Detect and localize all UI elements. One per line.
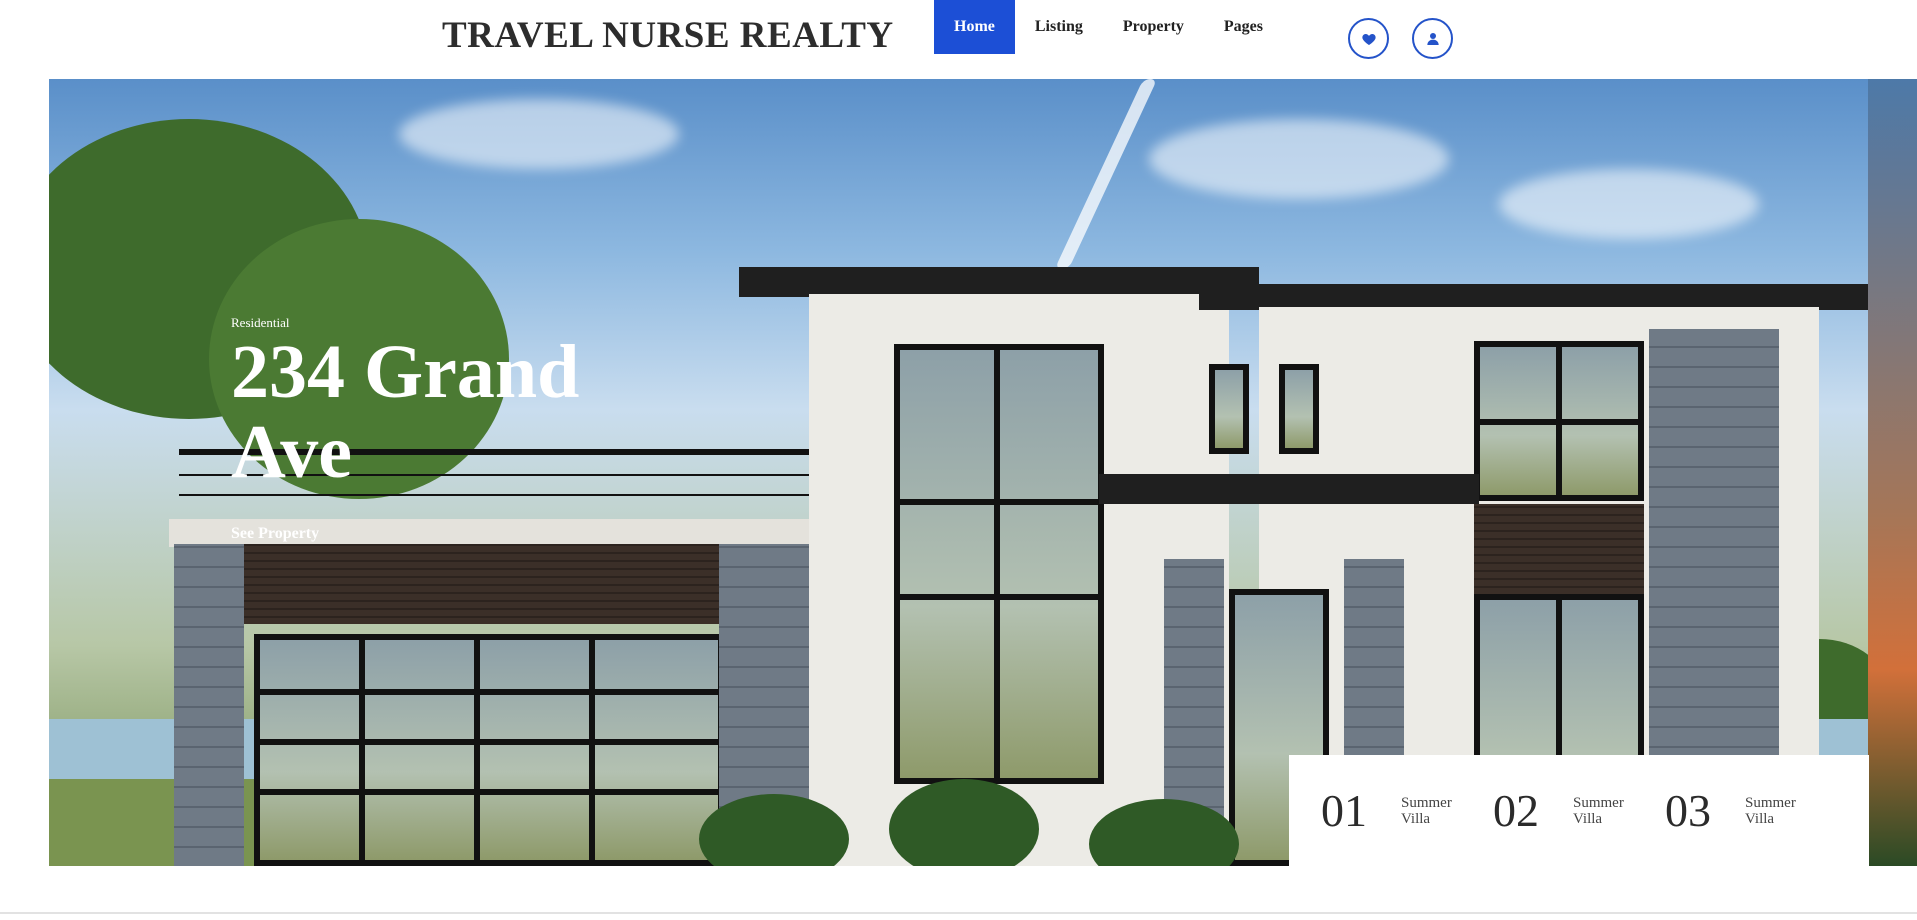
section-divider bbox=[0, 912, 1917, 914]
slide-number: 02 bbox=[1493, 785, 1539, 836]
slide-item-03[interactable]: 03 Summer Villa bbox=[1665, 784, 1837, 837]
slide-item-01[interactable]: 01 Summer Villa bbox=[1321, 784, 1493, 837]
slide-label: Summer Villa bbox=[1745, 794, 1796, 827]
slide-number: 03 bbox=[1665, 785, 1711, 836]
nav-item-home[interactable]: Home bbox=[934, 0, 1015, 54]
hero-title: 234 Grand Ave bbox=[231, 330, 580, 494]
nav-item-property[interactable]: Property bbox=[1103, 0, 1204, 54]
favorites-button[interactable] bbox=[1348, 18, 1389, 59]
site-logo[interactable]: TRAVEL NURSE REALTY bbox=[442, 14, 894, 57]
slide-label: Summer Villa bbox=[1573, 794, 1624, 827]
slide-number: 01 bbox=[1321, 785, 1367, 836]
hero-category: Residential bbox=[231, 315, 290, 330]
nav-item-pages[interactable]: Pages bbox=[1204, 0, 1283, 54]
see-property-link[interactable]: See Property bbox=[231, 525, 319, 543]
heart-icon bbox=[1361, 33, 1376, 45]
slide-item-02[interactable]: 02 Summer Villa bbox=[1493, 784, 1665, 837]
main-nav: Home Listing Property Pages bbox=[934, 0, 1283, 54]
account-button[interactable] bbox=[1412, 18, 1453, 59]
user-icon bbox=[1426, 32, 1439, 45]
slide-label: Summer Villa bbox=[1401, 794, 1452, 827]
slider-pagination: 01 Summer Villa 02 Summer Villa 03 Summe… bbox=[1289, 755, 1869, 866]
next-slide-preview bbox=[1868, 79, 1917, 866]
nav-item-listing[interactable]: Listing bbox=[1015, 0, 1103, 54]
